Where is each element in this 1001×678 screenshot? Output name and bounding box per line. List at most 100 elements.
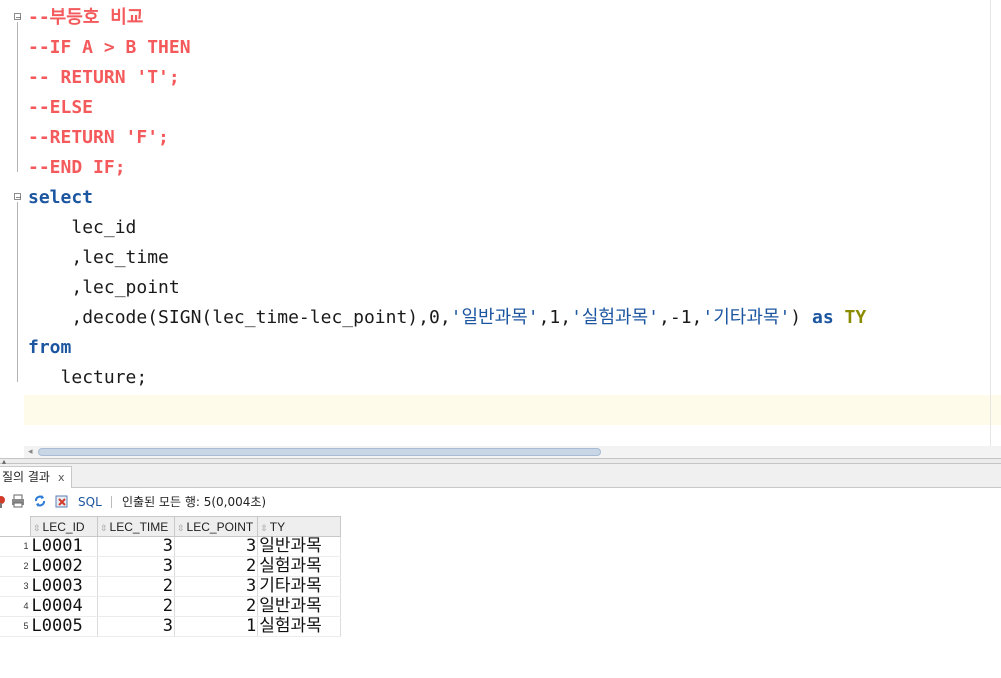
sql-editor[interactable]: − − --부등호 비교 --IF A > B THEN -- RETURN 'T'… [0, 0, 1001, 458]
table-row[interactable]: 4 L0004 2 2 일반과목 [0, 596, 342, 617]
cell-lec-point[interactable]: 3 [174, 576, 259, 597]
fetch-status: 인출된 모든 행: 5(0,004초) [122, 495, 267, 509]
code-line[interactable]: --부등호 비교 [28, 3, 143, 33]
column-label: LEC_ID [42, 519, 85, 534]
code-string: '실험과목' [571, 307, 660, 328]
fold-toggle-select[interactable]: − [14, 193, 22, 202]
code-comment: -- RETURN 'T'; [28, 67, 180, 88]
code-comment: --RETURN 'F'; [28, 127, 169, 148]
table-row[interactable]: 3 L0003 2 3 기타과목 [0, 576, 342, 597]
refresh-icon[interactable] [33, 494, 47, 508]
row-number: 4 [0, 596, 31, 617]
grid-header-row: ⇳ LEC_ID ⇳ LEC_TIME ⇳ LEC_POINT ⇳ TY [0, 516, 342, 537]
cell-ty[interactable]: 실험과목 [257, 556, 342, 577]
results-grid[interactable]: ⇳ LEC_ID ⇳ LEC_TIME ⇳ LEC_POINT ⇳ TY 1 L0001… [0, 516, 342, 637]
column-label: TY [269, 519, 286, 534]
code-line[interactable]: --END IF; [28, 153, 126, 183]
cell-lec-time[interactable]: 3 [97, 616, 175, 637]
toolbar-separator [111, 496, 112, 508]
code-text: ,lec_time [71, 247, 169, 268]
column-label: LEC_TIME [109, 519, 169, 534]
cell-lec-time[interactable]: 3 [97, 556, 175, 577]
cell-ty[interactable]: 일반과목 [257, 536, 342, 557]
cell-lec-id[interactable]: L0005 [30, 616, 98, 637]
horizontal-scrollbar[interactable]: ◂ [24, 446, 1001, 458]
code-line[interactable]: --RETURN 'F'; [28, 123, 169, 153]
code-line[interactable]: select [28, 183, 93, 213]
row-number: 1 [0, 536, 31, 557]
code-text: ,-1, [659, 307, 703, 328]
code-line[interactable]: ,lec_time [28, 243, 169, 273]
cell-lec-time[interactable]: 2 [97, 596, 175, 617]
row-number: 5 [0, 616, 31, 637]
row-number: 2 [0, 556, 31, 577]
column-label: LEC_POINT [186, 519, 254, 534]
table-row[interactable]: 5 L0005 3 1 실험과목 [0, 616, 342, 637]
cell-lec-point[interactable]: 1 [174, 616, 259, 637]
sort-icon[interactable]: ⇳ [260, 523, 268, 533]
sql-button[interactable]: SQL [78, 494, 102, 510]
results-toolbar: SQL 인출된 모든 행: 5(0,004초) [0, 490, 1001, 514]
code-comment: --ELSE [28, 97, 94, 118]
column-header-lec-time[interactable]: ⇳ LEC_TIME [97, 516, 175, 537]
code-line[interactable]: from [28, 333, 71, 363]
code-string: '일반과목' [450, 307, 539, 328]
sort-icon[interactable]: ⇳ [177, 523, 185, 533]
fold-toggle-comment[interactable]: − [14, 13, 22, 22]
column-header-lec-id[interactable]: ⇳ LEC_ID [30, 516, 98, 537]
tab-close-icon[interactable]: x [58, 471, 65, 484]
code-line[interactable]: -- RETURN 'T'; [28, 63, 180, 93]
code-line[interactable]: lecture; [28, 363, 148, 393]
delete-icon[interactable] [55, 494, 69, 508]
tab-query-result[interactable]: 질의 결과 x [0, 466, 72, 488]
cell-lec-point[interactable]: 2 [174, 556, 259, 577]
row-number: 3 [0, 576, 31, 597]
code-keyword: TY [844, 307, 867, 328]
table-row[interactable]: 1 L0001 3 3 일반과목 [0, 536, 342, 557]
code-comment: --부등호 비교 [28, 7, 144, 28]
cell-lec-id[interactable]: L0004 [30, 596, 98, 617]
code-keyword: as [811, 307, 834, 328]
column-header-ty[interactable]: ⇳ TY [257, 516, 342, 537]
cell-lec-point[interactable]: 3 [174, 536, 259, 557]
cell-ty[interactable]: 일반과목 [257, 596, 342, 617]
editor-gutter: − − [0, 0, 24, 446]
code-text: ) [790, 307, 812, 328]
pin-icon[interactable] [0, 494, 8, 508]
results-pane: 질의 결과 x SQL 인출된 모든 행: 5(0,004초) ⇳ LEC_ID… [0, 464, 1001, 678]
code-line[interactable]: ,lec_point [28, 273, 179, 303]
scroll-left-icon[interactable]: ◂ [28, 447, 33, 457]
print-icon[interactable] [11, 494, 25, 508]
cell-lec-id[interactable]: L0002 [30, 556, 98, 577]
code-line[interactable]: lec_id [28, 213, 136, 243]
sort-icon[interactable]: ⇳ [33, 523, 41, 533]
cell-ty[interactable]: 기타과목 [257, 576, 342, 597]
code-string: '기타과목' [702, 307, 791, 328]
fold-guide [17, 202, 18, 382]
code-text: lecture; [60, 367, 148, 388]
table-row[interactable]: 2 L0002 3 2 실험과목 [0, 556, 342, 577]
column-header-lec-point[interactable]: ⇳ LEC_POINT [173, 516, 259, 537]
scrollbar-thumb[interactable] [38, 448, 601, 456]
code-line[interactable]: --ELSE [28, 93, 93, 123]
cell-lec-id[interactable]: L0003 [30, 576, 98, 597]
row-number-header [0, 516, 31, 537]
sort-icon[interactable]: ⇳ [100, 523, 108, 533]
code-line[interactable]: ,decode(SIGN(lec_time-lec_point),0,'일반과목… [28, 303, 866, 333]
code-line[interactable]: --IF A > B THEN [28, 33, 191, 63]
cell-lec-point[interactable]: 2 [174, 596, 259, 617]
cell-lec-time[interactable]: 3 [97, 536, 175, 557]
code-text: ,1, [538, 307, 572, 328]
fold-guide [17, 22, 18, 172]
results-tabbar: 질의 결과 x [0, 464, 1001, 488]
cell-lec-time[interactable]: 2 [97, 576, 175, 597]
cell-lec-id[interactable]: L0001 [30, 536, 98, 557]
cell-ty[interactable]: 실험과목 [257, 616, 342, 637]
code-area[interactable]: --부등호 비교 --IF A > B THEN -- RETURN 'T'; --E… [28, 0, 1001, 446]
